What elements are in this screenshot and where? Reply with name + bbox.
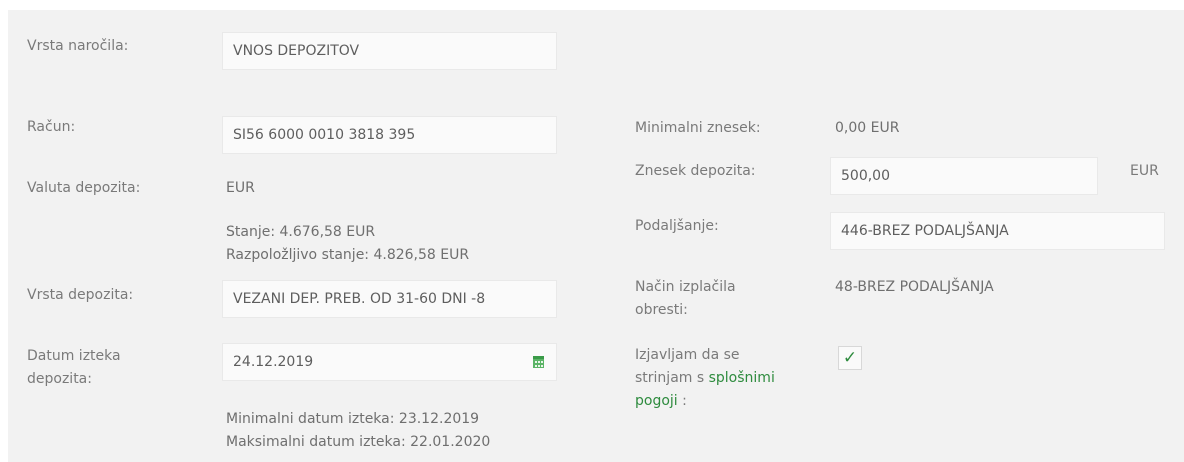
agreement-line2-prefix: strinjam s bbox=[635, 370, 705, 386]
interest-payment-value: 48-BREZ PODALJŠANJA bbox=[835, 279, 994, 295]
available-balance-text: Razpoložljivo stanje: 4.826,58 EUR bbox=[226, 247, 470, 263]
order-type-field[interactable]: VNOS DEPOZITOV bbox=[222, 32, 557, 70]
extension-select[interactable]: 446-BREZ PODALJŠANJA bbox=[830, 212, 1165, 250]
account-label: Račun: bbox=[27, 119, 76, 135]
currency-value: EUR bbox=[226, 180, 255, 196]
extension-label: Podaljšanje: bbox=[635, 218, 719, 234]
agreement-suffix: : bbox=[677, 393, 687, 409]
currency-label: Valuta depozita: bbox=[27, 180, 141, 196]
deposit-amount-field[interactable]: 500,00 bbox=[830, 157, 1098, 195]
min-maturity-text: Minimalni datum izteka: 23.12.2019 bbox=[226, 411, 480, 427]
maturity-date-field[interactable]: 24.12.2019 bbox=[222, 343, 557, 381]
deposit-amount-label: Znesek depozita: bbox=[635, 163, 756, 179]
interest-payment-label-line1: Način izplačila bbox=[635, 279, 736, 295]
max-maturity-text: Maksimalni datum izteka: 22.01.2020 bbox=[226, 434, 491, 450]
general-terms-link-part2[interactable]: pogoji bbox=[635, 393, 678, 409]
maturity-label-line1: Datum izteka bbox=[27, 348, 121, 364]
agreement-line1: Izjavljam da se bbox=[635, 347, 740, 363]
maturity-label-line2: depozita: bbox=[27, 371, 92, 387]
interest-payment-label-line2: obresti: bbox=[635, 302, 688, 318]
min-amount-value: 0,00 EUR bbox=[835, 120, 900, 136]
balance-text: Stanje: 4.676,58 EUR bbox=[226, 224, 376, 240]
order-type-label: Vrsta naročila: bbox=[27, 38, 129, 54]
min-amount-label: Minimalni znesek: bbox=[635, 120, 761, 136]
maturity-date-value: 24.12.2019 bbox=[233, 354, 314, 370]
deposit-type-label: Vrsta depozita: bbox=[27, 287, 134, 303]
checkmark-icon: ✓ bbox=[842, 348, 858, 368]
calendar-icon[interactable] bbox=[533, 356, 544, 368]
deposit-amount-unit: EUR bbox=[1130, 163, 1159, 179]
deposit-type-select[interactable]: VEZANI DEP. PREB. OD 31-60 DNI -8 bbox=[222, 280, 557, 318]
agreement-checkbox[interactable]: ✓ bbox=[838, 346, 862, 370]
agreement-line3: pogoji : bbox=[635, 391, 687, 412]
general-terms-link-part1[interactable]: splošnimi bbox=[709, 370, 775, 386]
account-field[interactable]: SI56 6000 0010 3818 395 bbox=[222, 116, 557, 154]
agreement-line2: strinjam s splošnimi bbox=[635, 368, 775, 389]
